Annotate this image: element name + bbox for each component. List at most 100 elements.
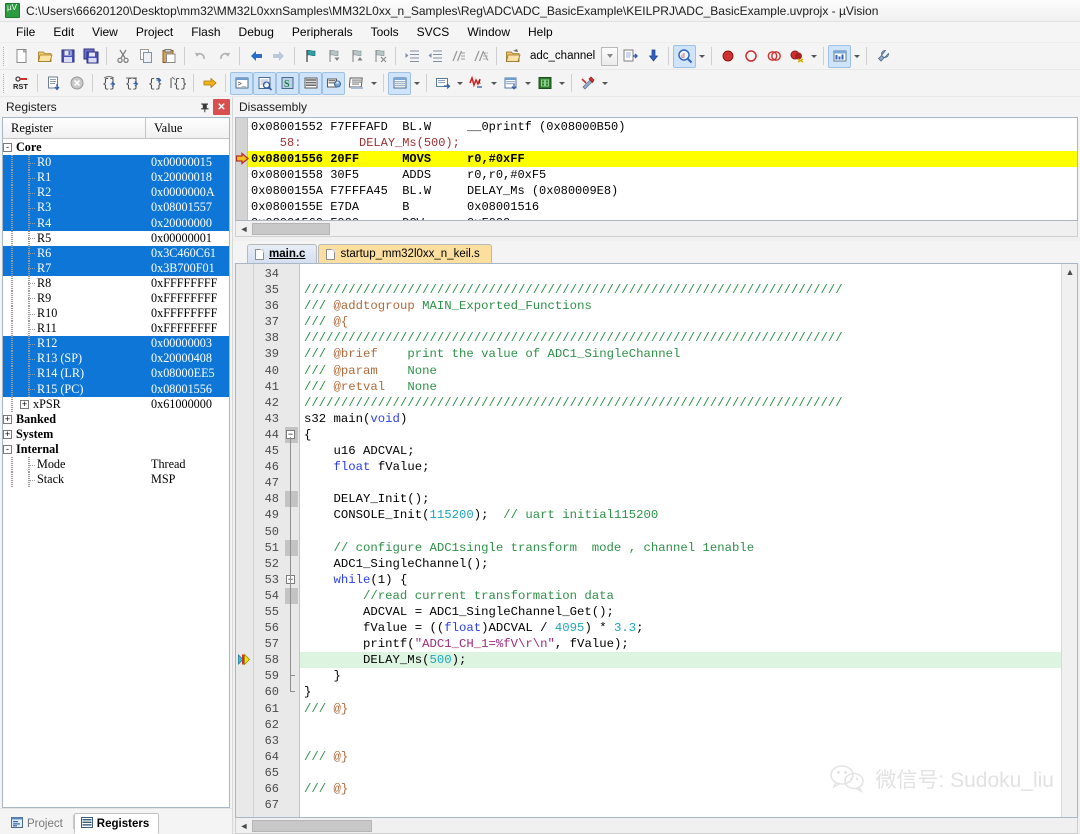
code-line[interactable]: /// @} (300, 701, 1061, 717)
register-row[interactable]: + xPSR 0x61000000 (3, 396, 229, 412)
breakpoint-disable-all-button[interactable] (762, 45, 785, 68)
scroll-thumb[interactable] (252, 819, 372, 832)
run-to-cursor-button[interactable]: {} (166, 72, 189, 95)
navigate-back-button[interactable] (244, 45, 267, 68)
pin-icon[interactable] (196, 99, 213, 115)
step-into-button[interactable]: {} (97, 72, 120, 95)
bookmark-prev-button[interactable] (322, 45, 345, 68)
memory-windows-button[interactable] (388, 71, 411, 95)
collapse-toggle-icon[interactable]: - (3, 143, 12, 153)
disassembly-body[interactable]: 0x08001552 F7FFFAFD BL.W __0printf (0x08… (235, 117, 1078, 221)
menu-debug[interactable]: Debug (230, 23, 283, 41)
code-line[interactable]: s32 main(void) (300, 411, 1061, 427)
undo-button[interactable] (189, 45, 212, 68)
expand-toggle-icon[interactable]: + (3, 414, 12, 424)
dock-tab-registers[interactable]: Registers (73, 813, 160, 834)
run-button[interactable] (42, 72, 65, 95)
toolbar-grip[interactable] (3, 46, 7, 66)
serial-windows-button[interactable] (431, 72, 454, 95)
close-icon[interactable]: ✕ (213, 99, 230, 115)
menu-svcs[interactable]: SVCS (408, 23, 459, 41)
code-line[interactable] (300, 524, 1061, 540)
register-row[interactable]: R9 0xFFFFFFFF (3, 290, 229, 307)
cut-button[interactable] (111, 45, 134, 68)
save-all-button[interactable] (79, 45, 102, 68)
step-out-button[interactable]: {} (143, 72, 166, 95)
register-row[interactable]: R7 0x3B700F01 (3, 260, 229, 276)
scroll-thumb[interactable] (252, 222, 330, 235)
watch-windows-button[interactable] (345, 72, 368, 95)
step-over-button[interactable]: {} (120, 72, 143, 95)
bookmark-toggle-button[interactable] (299, 45, 322, 68)
expand-toggle-icon[interactable]: + (20, 399, 29, 409)
breakpoint-and-pc-marker[interactable] (238, 653, 252, 666)
disassembly-line[interactable]: 0x0800155A F7FFFA45 BL.W DELAY_Ms (0x080… (248, 183, 1077, 199)
code-line[interactable]: /// @addtogroup MAIN_Exported_Functions (300, 298, 1061, 314)
indent-button[interactable] (400, 45, 423, 68)
scroll-left-icon[interactable]: ◄ (236, 222, 252, 236)
outdent-button[interactable] (423, 45, 446, 68)
register-row[interactable]: + Banked (3, 412, 229, 427)
copy-button[interactable] (134, 45, 157, 68)
register-row[interactable]: R11 0xFFFFFFFF (3, 321, 229, 337)
trace-dropdown-icon[interactable] (522, 72, 533, 95)
code-line[interactable]: fValue = ((float)ADCVAL / 4095) * 3.3; (300, 620, 1061, 636)
menu-edit[interactable]: Edit (44, 23, 83, 41)
memory-dropdown-icon[interactable] (411, 72, 422, 95)
tab-startup-s[interactable]: startup_mm32l0xx_n_keil.s (318, 244, 492, 263)
dock-tab-project[interactable]: Project (4, 813, 73, 834)
menu-flash[interactable]: Flash (182, 23, 229, 41)
code-line[interactable] (300, 797, 1061, 813)
code-line[interactable]: /// @} (300, 781, 1061, 797)
code-line[interactable]: while(1) { (300, 572, 1061, 588)
bookmark-next-button[interactable] (345, 45, 368, 68)
manage-windows-button[interactable] (828, 44, 852, 68)
breakpoint-kill-all-button[interactable] (785, 45, 808, 68)
download-button[interactable] (641, 45, 664, 68)
disassembly-line[interactable]: 58: DELAY_Ms(500); (248, 135, 1077, 151)
register-row[interactable]: R14 (LR) 0x08000EE5 (3, 366, 229, 382)
editor-vscrollbar[interactable]: ▲ (1061, 264, 1077, 817)
code-line[interactable]: { (300, 427, 1061, 443)
register-row[interactable]: R3 0x08001557 (3, 200, 229, 216)
register-row[interactable]: R10 0xFFFFFFFF (3, 306, 229, 322)
open-file-button[interactable] (33, 45, 56, 68)
bookmark-clear-button[interactable] (368, 45, 391, 68)
menu-window[interactable]: Window (458, 23, 519, 41)
editor-hscrollbar[interactable]: ◄ (235, 818, 1078, 834)
code-line[interactable]: } (300, 684, 1061, 700)
code-line[interactable]: // configure ADC1single transform mode ,… (300, 540, 1061, 556)
trace-windows-button[interactable] (499, 72, 522, 95)
tab-main-c[interactable]: main.c (247, 244, 318, 263)
save-button[interactable] (56, 45, 79, 68)
code-line[interactable]: } (300, 668, 1061, 684)
scroll-up-icon[interactable]: ▲ (1062, 264, 1077, 280)
register-row[interactable]: R13 (SP) 0x20000408 (3, 351, 229, 367)
disassembly-line[interactable]: 0x0800155E E7DA B 0x08001516 (248, 199, 1077, 215)
chevron-down-icon[interactable] (601, 46, 619, 66)
stop-button[interactable] (65, 72, 88, 95)
disassembly-line[interactable]: 0x08001552 F7FFFAFD BL.W __0printf (0x08… (248, 119, 1077, 135)
code-line[interactable]: ////////////////////////////////////////… (300, 282, 1061, 298)
editor-body[interactable]: 34 35 36 37 38 39 40 41 42 43 44 45 46 47 48 49 50 51 52 53… (235, 263, 1078, 818)
command-window-button[interactable]: >_ (230, 71, 253, 95)
code-line[interactable]: /// @retval None (300, 379, 1061, 395)
show-next-statement-button[interactable] (198, 72, 221, 95)
code-line[interactable]: ////////////////////////////////////////… (300, 330, 1061, 346)
scroll-left-icon[interactable]: ◄ (236, 819, 252, 833)
menu-tools[interactable]: Tools (362, 23, 408, 41)
register-row[interactable]: R4 0x20000000 (3, 215, 229, 231)
configure-button[interactable] (871, 45, 894, 68)
toolbox-dropdown-icon[interactable] (599, 72, 610, 95)
reset-cpu-button[interactable]: RST (10, 72, 33, 95)
register-row[interactable]: R5 0x00000001 (3, 230, 229, 246)
code-line[interactable] (300, 475, 1061, 491)
system-viewer-button[interactable] (533, 72, 556, 95)
registers-window-button[interactable] (299, 71, 322, 95)
find-dropdown-icon[interactable] (696, 45, 707, 68)
register-row[interactable]: R0 0x00000015 (3, 155, 229, 171)
register-row[interactable]: R12 0x00000003 (3, 336, 229, 352)
register-row[interactable]: R6 0x3C460C61 (3, 245, 229, 261)
target-options-button[interactable] (501, 45, 524, 68)
code-line[interactable]: ADC1_SingleChannel(); (300, 556, 1061, 572)
